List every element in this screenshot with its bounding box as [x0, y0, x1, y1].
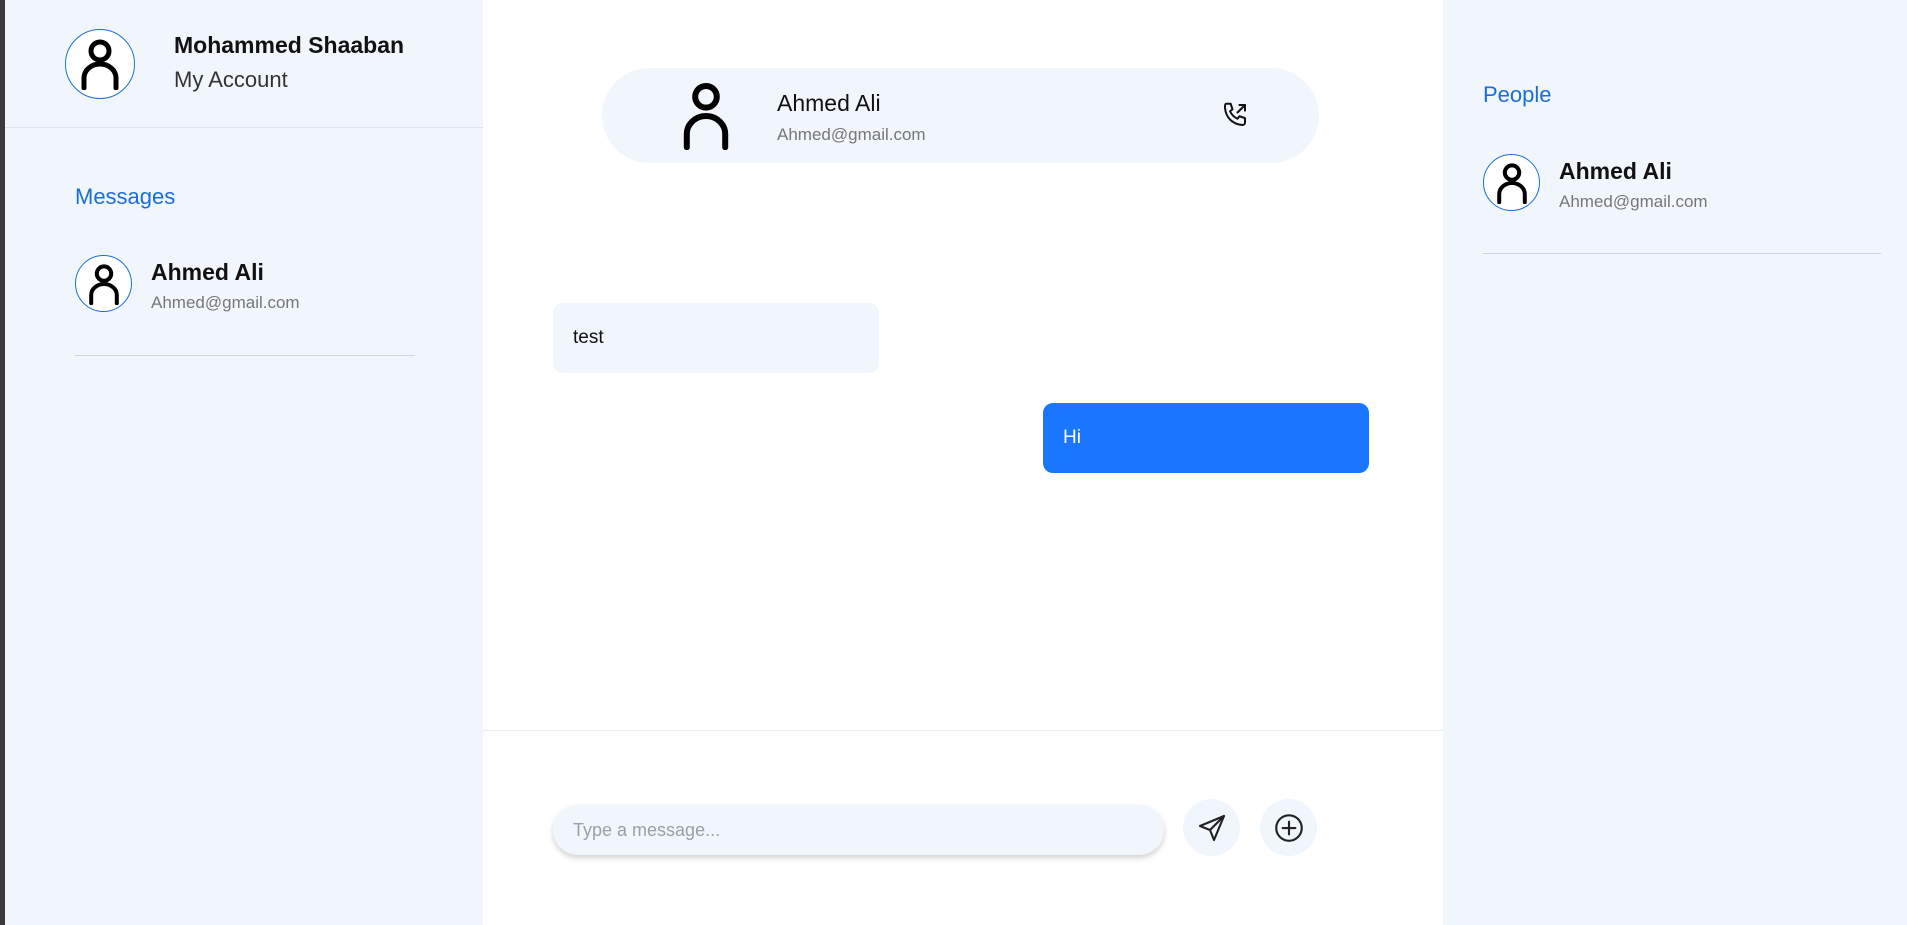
user-icon: [1496, 162, 1527, 204]
person-email: Ahmed@gmail.com: [1559, 192, 1708, 211]
chat-contact-name: Ahmed Ali: [777, 90, 881, 116]
conversation-item[interactable]: Ahmed Ali Ahmed@gmail.com: [75, 255, 415, 356]
outgoing-message: Hi: [1043, 403, 1369, 473]
composer-divider: [483, 730, 1443, 731]
account-name: Mohammed Shaaban: [174, 32, 405, 58]
contact-avatar: [75, 255, 132, 312]
user-icon: [88, 263, 119, 305]
message-text: test: [573, 327, 604, 348]
account-subtitle: My Account: [174, 67, 288, 92]
left-sidebar: Mohammed Shaaban My Account Messages Ahm…: [5, 0, 483, 925]
chat-area: Ahmed Ali Ahmed@gmail.com test Hi: [483, 0, 1443, 925]
chat-contact-email: Ahmed@gmail.com: [777, 125, 926, 144]
message-text: Hi: [1063, 427, 1081, 448]
chat-header: Ahmed Ali Ahmed@gmail.com: [602, 68, 1319, 163]
people-item[interactable]: Ahmed Ali Ahmed@gmail.com: [1483, 154, 1881, 254]
people-title: People: [1483, 82, 1552, 107]
phone-outgoing-icon: [1224, 102, 1246, 126]
account-avatar: [65, 29, 135, 99]
plus-circle-icon: [1274, 813, 1303, 842]
conversation-email: Ahmed@gmail.com: [151, 293, 300, 312]
conversation-name: Ahmed Ali: [151, 259, 264, 285]
user-icon: [81, 39, 119, 90]
attach-button[interactable]: [1260, 799, 1317, 856]
incoming-message: test: [553, 303, 879, 373]
person-name: Ahmed Ali: [1559, 158, 1672, 184]
send-button[interactable]: [1183, 799, 1240, 856]
people-panel: People Ahmed Ali Ahmed@gmail.com: [1443, 0, 1907, 925]
message-input[interactable]: [553, 805, 1164, 855]
messages-title: Messages: [75, 184, 176, 209]
chat-app: Mohammed Shaaban My Account Messages Ahm…: [0, 0, 1907, 925]
contact-avatar: [1483, 154, 1540, 211]
account-header[interactable]: Mohammed Shaaban My Account: [5, 0, 483, 128]
user-icon: [683, 83, 729, 150]
call-button[interactable]: [1220, 100, 1250, 130]
send-icon: [1198, 814, 1225, 841]
